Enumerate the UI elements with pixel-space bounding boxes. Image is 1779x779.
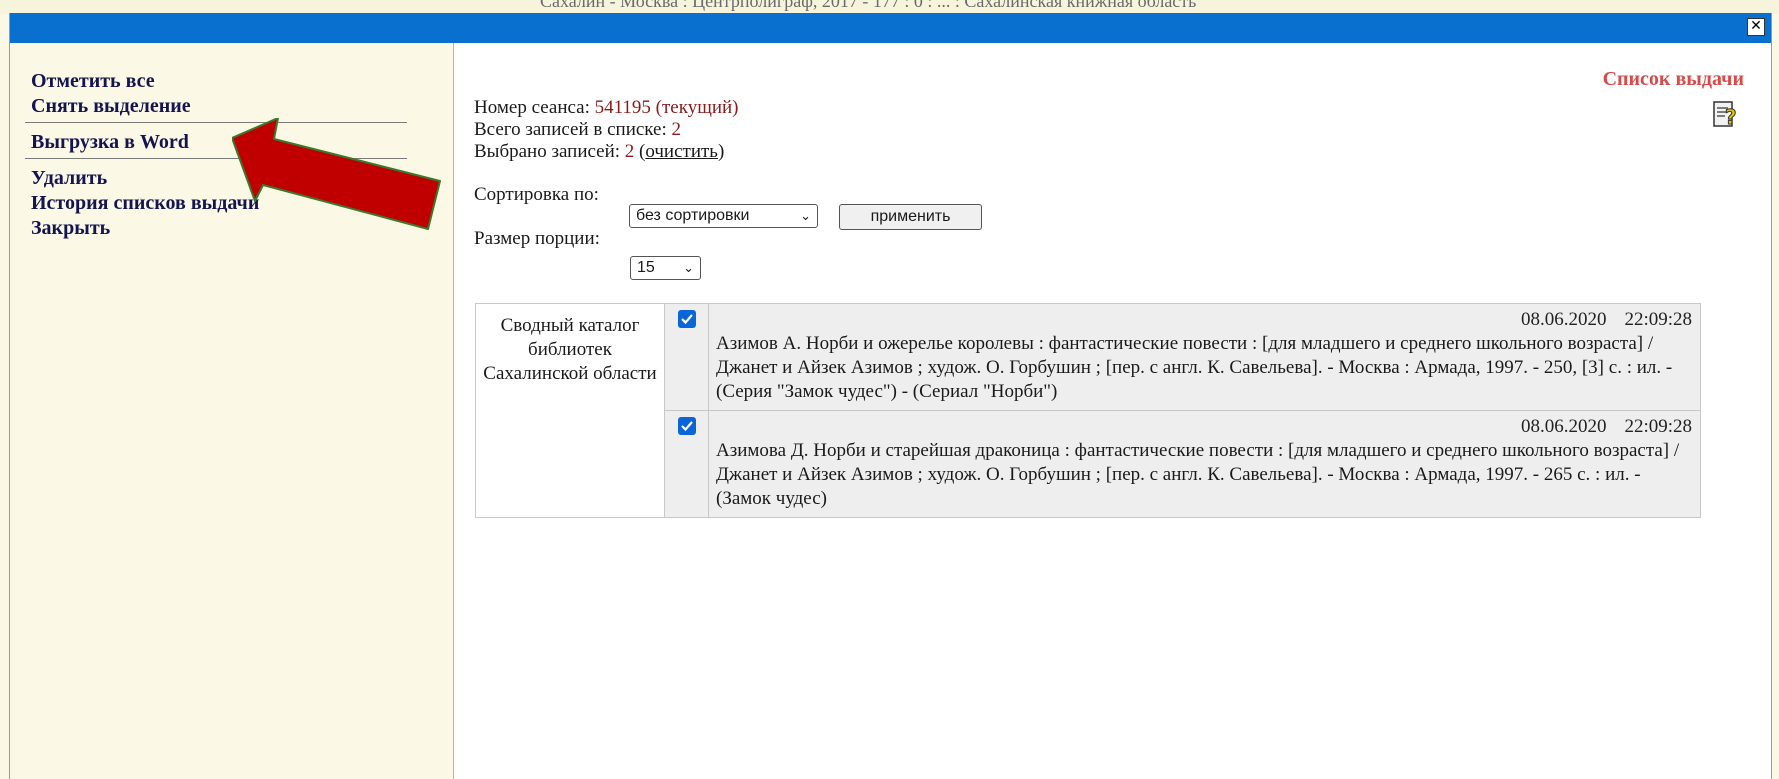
selected-value: 2 bbox=[624, 141, 635, 162]
history-link[interactable]: История списков выдачи bbox=[31, 192, 259, 215]
table-row: Сводный каталог библиотек Сахалинской об… bbox=[475, 303, 1701, 518]
issue-list-dialog: ✕ Отметить все Снять выделение Выгрузка … bbox=[9, 13, 1772, 779]
record-checkbox[interactable] bbox=[677, 310, 696, 328]
menu-divider bbox=[25, 158, 407, 159]
background-caption: Сахалин - Москва : Центрполиграф, 2017 -… bbox=[540, 0, 1197, 11]
record-cell: 08.06.2020 22:09:28 Азимов А. Норби и оже… bbox=[708, 303, 1701, 411]
select-all-link[interactable]: Отметить все bbox=[31, 70, 155, 93]
session-line: Номер сеанса: 541195 (текущий) bbox=[474, 97, 739, 119]
session-value: 541195 (текущий) bbox=[594, 97, 739, 118]
total-label: Всего записей в списке: bbox=[474, 119, 667, 140]
record-time: 22:09:28 bbox=[1624, 416, 1692, 437]
clear-selection-link[interactable]: очистить bbox=[645, 141, 718, 162]
record-cell: 08.06.2020 22:09:28 Азимова Д. Норби и ст… bbox=[708, 410, 1701, 518]
sort-label: Сортировка по: bbox=[474, 184, 599, 205]
selected-line: Выбрано записей: 2 (очистить) bbox=[474, 141, 725, 162]
portion-label: Размер порции: bbox=[474, 228, 600, 249]
total-line: Всего записей в списке: 2 bbox=[474, 119, 681, 141]
menu-divider bbox=[25, 122, 407, 123]
sidebar-menu: Отметить все Снять выделение Выгрузка в … bbox=[10, 43, 454, 779]
record-time: 22:09:28 bbox=[1624, 309, 1692, 330]
background-window-strip: Сахалин - Москва : Центрполиграф, 2017 -… bbox=[0, 0, 1779, 14]
selected-label: Выбрано записей: bbox=[474, 141, 621, 162]
close-link[interactable]: Закрыть bbox=[31, 217, 110, 240]
total-value: 2 bbox=[671, 119, 682, 140]
record-date: 08.06.2020 bbox=[1520, 309, 1607, 330]
portion-selected-value: 15 bbox=[637, 259, 655, 276]
apply-button[interactable]: применить bbox=[839, 204, 982, 230]
portion-select[interactable]: 15 ⌄ bbox=[630, 256, 701, 280]
checkbox-checked-icon bbox=[680, 314, 693, 325]
page-title: Список выдачи bbox=[1602, 68, 1744, 90]
record-datetime: 08.06.2020 22:09:28 bbox=[716, 415, 1692, 439]
close-icon[interactable]: ✕ bbox=[1747, 18, 1765, 36]
record-date: 08.06.2020 bbox=[1520, 416, 1607, 437]
main-panel: Список выдачи ? Номер сеанса: 541195 (те… bbox=[454, 43, 1771, 779]
source-cell: Сводный каталог библиотек Сахалинской об… bbox=[475, 303, 665, 518]
chevron-down-icon: ⌄ bbox=[800, 208, 811, 223]
chevron-down-icon: ⌄ bbox=[683, 260, 694, 275]
svg-text:?: ? bbox=[1725, 105, 1737, 129]
sort-select[interactable]: без сортировки ⌄ bbox=[629, 204, 818, 228]
record-checkbox[interactable] bbox=[677, 417, 696, 435]
deselect-link[interactable]: Снять выделение bbox=[31, 95, 191, 118]
checkbox-cell bbox=[664, 410, 709, 518]
dialog-titlebar: ✕ bbox=[10, 13, 1771, 43]
record-datetime: 08.06.2020 22:09:28 bbox=[716, 308, 1692, 332]
records-table: Сводный каталог библиотек Сахалинской об… bbox=[475, 303, 1701, 518]
record-text: Азимов А. Норби и ожерелье королевы : фа… bbox=[716, 333, 1673, 402]
help-icon[interactable]: ? bbox=[1711, 98, 1741, 130]
checkbox-checked-icon bbox=[680, 421, 693, 432]
sort-selected-value: без сортировки bbox=[636, 207, 750, 224]
record-text: Азимова Д. Норби и старейшая драконица :… bbox=[716, 440, 1680, 509]
checkbox-cell bbox=[664, 303, 709, 411]
export-word-link[interactable]: Выгрузка в Word bbox=[31, 131, 189, 154]
delete-link[interactable]: Удалить bbox=[31, 167, 107, 190]
session-label: Номер сеанса: bbox=[474, 97, 590, 118]
